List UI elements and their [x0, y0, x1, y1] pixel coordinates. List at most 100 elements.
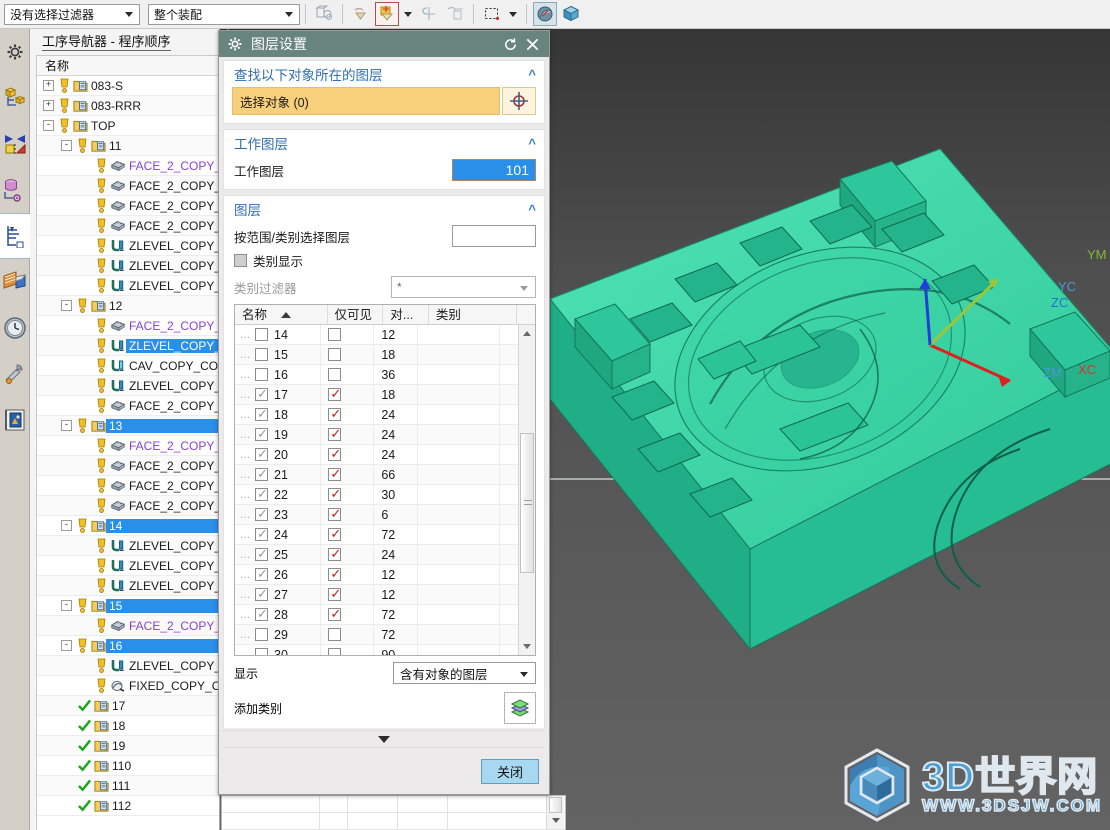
- tree-item-18[interactable]: 18: [37, 716, 219, 736]
- tree-item-12[interactable]: - 12: [37, 296, 219, 316]
- tree-item-zlevel-copy-c[interactable]: ZLEVEL_COPY_C: [37, 256, 219, 276]
- layer-table-row[interactable]: … 15 18: [235, 345, 518, 365]
- visible-only-checkbox[interactable]: ✓: [328, 427, 342, 441]
- rail-item-process-tools[interactable]: [0, 351, 30, 397]
- visible-only-checkbox[interactable]: ✓: [328, 587, 342, 601]
- visible-only-checkbox[interactable]: ✓: [328, 487, 342, 501]
- select-objects-field[interactable]: 选择对象 (0): [232, 87, 500, 115]
- layer-enabled-checkbox[interactable]: [255, 348, 268, 361]
- work-layer-group-header[interactable]: 工作图层 ^: [224, 130, 544, 156]
- chevron-up-icon[interactable]: ^: [528, 202, 536, 217]
- layer-enabled-checkbox[interactable]: ✓: [255, 387, 268, 401]
- tree-item-face-2-copy-c[interactable]: FACE_2_COPY_C: [37, 396, 219, 416]
- category-display-checkbox[interactable]: [234, 254, 247, 267]
- layer-enabled-checkbox[interactable]: ✓: [255, 487, 268, 501]
- layer-table-scroll-thumb[interactable]: [520, 433, 534, 573]
- tree-item-083-s[interactable]: + 083-S: [37, 76, 219, 96]
- tree-item-zlevel-copy-c[interactable]: ZLEVEL_COPY_C: [37, 276, 219, 296]
- column-header-visible-only[interactable]: 仅可见: [328, 305, 384, 324]
- visible-only-checkbox[interactable]: ✓: [328, 607, 342, 621]
- tree-expander[interactable]: +: [43, 80, 54, 91]
- orient-view-button[interactable]: [559, 2, 583, 26]
- tree-item-face-2-copy-c[interactable]: FACE_2_COPY_C: [37, 316, 219, 336]
- visible-only-checkbox[interactable]: ✓: [328, 567, 342, 581]
- tree-item-110[interactable]: 110: [37, 756, 219, 776]
- dialog-close-button[interactable]: [521, 33, 543, 55]
- tree-item-13[interactable]: - 13: [37, 416, 219, 436]
- layer-group-header[interactable]: 图层 ^: [224, 196, 544, 222]
- tree-item-cav-copy-cop[interactable]: CAV_COPY_COP: [37, 356, 219, 376]
- layer-table[interactable]: 名称 仅可见 对... 类别 … 14 12 … 15 18 … 16 36 ……: [234, 304, 536, 656]
- layer-table-row[interactable]: … ✓ 17 ✓ 18: [235, 385, 518, 405]
- rectangle-select-button[interactable]: [480, 2, 504, 26]
- dialog-expand-strip[interactable]: [223, 730, 545, 748]
- tree-item-face-2-copy-c[interactable]: FACE_2_COPY_C: [37, 176, 219, 196]
- category-filter-dropdown[interactable]: *: [391, 276, 536, 298]
- rail-item-hd3d-tools[interactable]: [0, 167, 30, 213]
- layer-table-row[interactable]: … ✓ 26 ✓ 12: [235, 565, 518, 585]
- visible-only-checkbox[interactable]: ✓: [328, 447, 342, 461]
- tree-item-top[interactable]: - TOP: [37, 116, 219, 136]
- layer-table-row[interactable]: … ✓ 24 ✓ 72: [235, 525, 518, 545]
- layer-enabled-checkbox[interactable]: ✓: [255, 467, 268, 481]
- visible-only-checkbox[interactable]: ✓: [328, 507, 342, 521]
- tree-item-zlevel-copy-c[interactable]: ZLEVEL_COPY_C: [37, 556, 219, 576]
- rail-item-reuse-library[interactable]: [0, 121, 30, 167]
- layer-enabled-checkbox[interactable]: ✓: [255, 447, 268, 461]
- tree-expander[interactable]: -: [61, 420, 72, 431]
- tree-item-16[interactable]: - 16: [37, 636, 219, 656]
- tree-item-face-2-copy-c[interactable]: FACE_2_COPY_C: [37, 156, 219, 176]
- tree-item-zlevel-copy-c[interactable]: ZLEVEL_COPY_C: [37, 656, 219, 676]
- tree-item-face-2-copy-c[interactable]: FACE_2_COPY_C: [37, 436, 219, 456]
- tree-expander[interactable]: -: [61, 140, 72, 151]
- selection-priority-button[interactable]: [443, 2, 467, 26]
- layer-enabled-checkbox[interactable]: ✓: [255, 607, 268, 621]
- tree-expander[interactable]: -: [43, 120, 54, 131]
- layer-enabled-checkbox[interactable]: [255, 648, 268, 655]
- visible-only-checkbox[interactable]: ✓: [328, 527, 342, 541]
- tree-expander[interactable]: -: [61, 600, 72, 611]
- background-scroll-down-button[interactable]: [547, 814, 564, 827]
- tree-item-face-2-copy-c[interactable]: FACE_2_COPY_C: [37, 196, 219, 216]
- visible-only-checkbox[interactable]: [328, 648, 342, 655]
- tree-item-111[interactable]: 111: [37, 776, 219, 796]
- tree-item-face-2-copy-c[interactable]: FACE_2_COPY_C: [37, 456, 219, 476]
- layer-enabled-checkbox[interactable]: ✓: [255, 507, 268, 521]
- dialog-reset-button[interactable]: [499, 33, 521, 55]
- layer-table-row[interactable]: … ✓ 27 ✓ 12: [235, 585, 518, 605]
- tree-item-fixed-copy-co[interactable]: FIXED_COPY_CO: [37, 676, 219, 696]
- tree-item-zlevel-copy-c[interactable]: ZLEVEL_COPY_C: [37, 236, 219, 256]
- tree-expander[interactable]: -: [61, 300, 72, 311]
- layer-enabled-checkbox[interactable]: ✓: [255, 407, 268, 421]
- column-header-category[interactable]: 类别: [429, 305, 517, 324]
- select-similar-button[interactable]: [312, 2, 336, 26]
- visible-only-checkbox[interactable]: ✓: [328, 547, 342, 561]
- scroll-down-button[interactable]: [519, 638, 535, 655]
- layer-enabled-checkbox[interactable]: ✓: [255, 547, 268, 561]
- tree-item-19[interactable]: 19: [37, 736, 219, 756]
- rail-item-part-navigator[interactable]: [0, 75, 30, 121]
- point-constructor-button[interactable]: [375, 2, 399, 26]
- tree-item-face-2-copy-c[interactable]: FACE_2_COPY_C: [37, 616, 219, 636]
- layer-table-scrollbar[interactable]: [518, 325, 535, 655]
- layer-enabled-checkbox[interactable]: ✓: [255, 567, 268, 581]
- layer-table-row[interactable]: … ✓ 25 ✓ 24: [235, 545, 518, 565]
- tree-expander[interactable]: -: [61, 640, 72, 651]
- snap-point-button[interactable]: [349, 2, 373, 26]
- background-scrollbar-thumb[interactable]: [549, 797, 562, 813]
- chevron-down-icon[interactable]: [509, 11, 517, 17]
- close-button[interactable]: 关闭: [481, 758, 539, 784]
- select-object-button[interactable]: [502, 87, 536, 115]
- assembly-scope-dropdown[interactable]: 整个装配: [148, 3, 300, 25]
- render-style-button[interactable]: [533, 2, 557, 26]
- work-layer-input[interactable]: 101: [452, 159, 536, 181]
- tree-expander[interactable]: -: [61, 520, 72, 531]
- rail-item-assembly-navigator[interactable]: [0, 29, 30, 75]
- chevron-up-icon[interactable]: ^: [528, 67, 536, 82]
- layer-enabled-checkbox[interactable]: [255, 328, 268, 341]
- wcs-dynamic-button[interactable]: [417, 2, 441, 26]
- visible-only-checkbox[interactable]: ✓: [328, 407, 342, 421]
- layer-table-row[interactable]: … ✓ 20 ✓ 24: [235, 445, 518, 465]
- tree-item-17[interactable]: 17: [37, 696, 219, 716]
- add-category-button[interactable]: [504, 692, 536, 724]
